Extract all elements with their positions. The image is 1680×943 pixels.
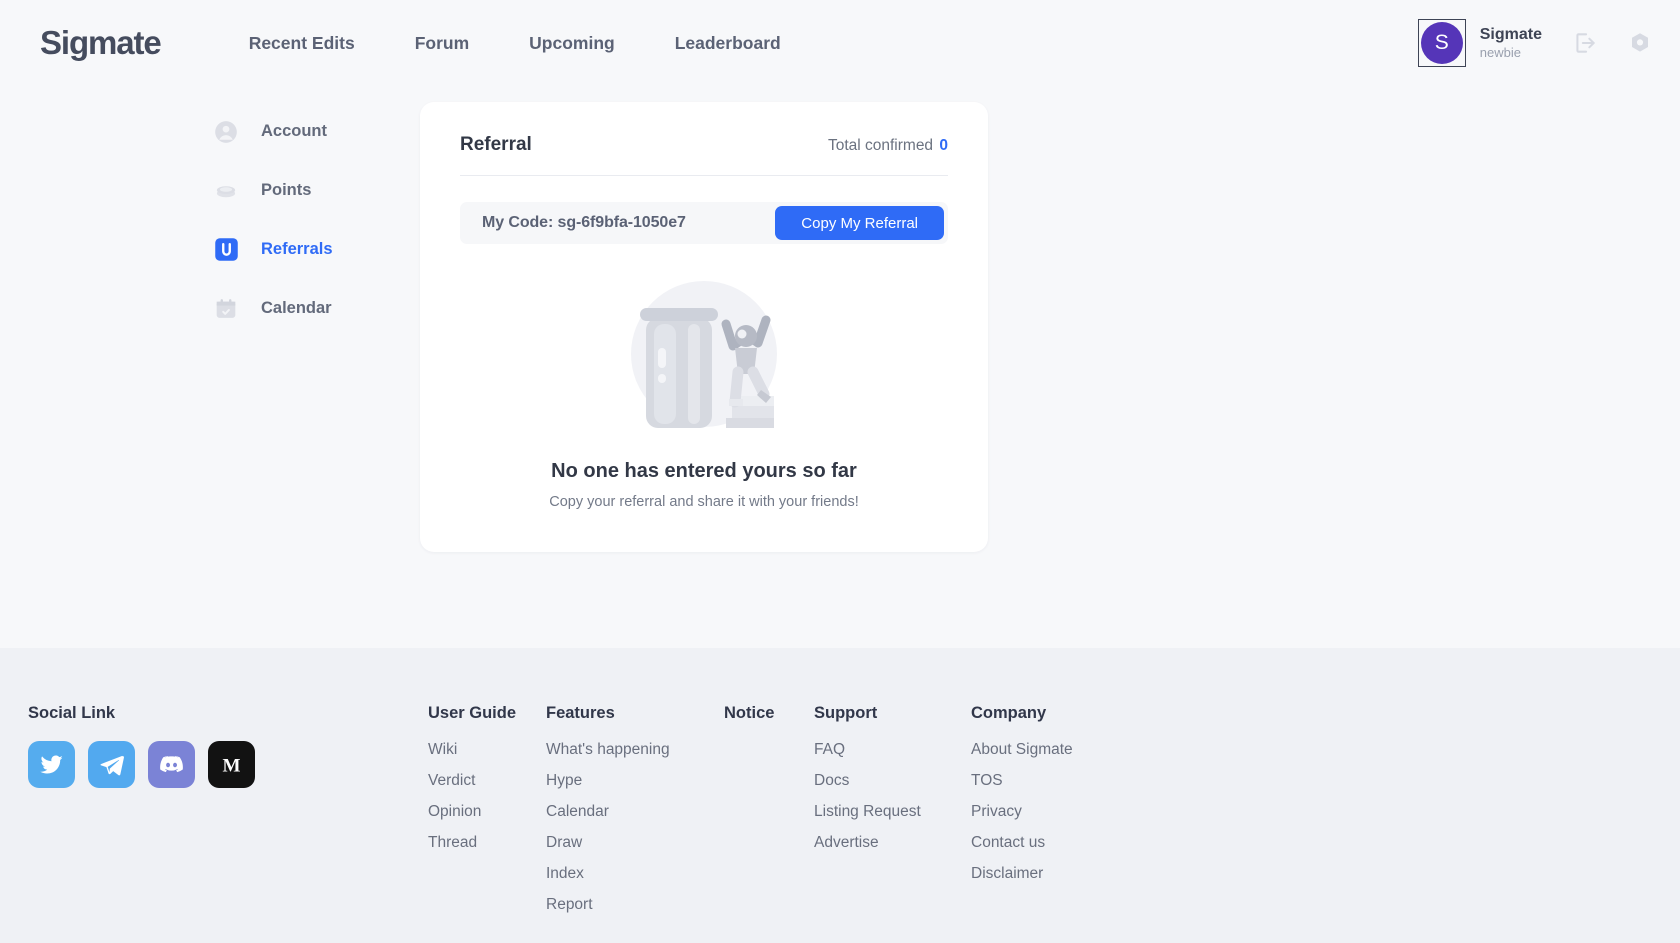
copy-referral-button[interactable]: Copy My Referral — [775, 206, 944, 240]
footer-link[interactable]: Privacy — [971, 803, 1131, 821]
referral-card-header: Referral Total confirmed 0 — [460, 134, 948, 176]
sidebar-item-label: Points — [261, 181, 312, 199]
footer-column-heading: Support — [814, 704, 878, 722]
calendar-icon — [212, 295, 240, 323]
page-body: Account Points Referrals Calendar Referral … — [0, 86, 1680, 648]
social-link-section: Social Link M — [28, 704, 428, 943]
avatar-initial: S — [1420, 22, 1463, 64]
telegram-icon[interactable] — [88, 741, 135, 788]
discord-icon[interactable] — [148, 741, 195, 788]
sidebar-item-label: Account — [261, 122, 327, 140]
sidebar-item-account[interactable]: Account — [212, 102, 420, 161]
footer-link[interactable]: Draw — [546, 834, 724, 852]
footer-link[interactable]: What's happening — [546, 741, 724, 759]
footer-link[interactable]: Verdict — [428, 772, 546, 790]
main-nav: Recent Edits Forum Upcoming Leaderboard — [219, 23, 811, 64]
twitter-icon[interactable] — [28, 741, 75, 788]
footer-link[interactable]: Listing Request — [814, 803, 971, 821]
footer-link[interactable]: Thread — [428, 834, 546, 852]
nav-upcoming[interactable]: Upcoming — [499, 23, 645, 64]
total-confirmed: Total confirmed 0 — [828, 137, 948, 155]
total-confirmed-value: 0 — [939, 137, 948, 154]
footer-link[interactable]: Advertise — [814, 834, 971, 852]
page-title: Referral — [460, 134, 532, 155]
link-clip-icon — [212, 236, 240, 264]
footer-link[interactable]: About Sigmate — [971, 741, 1131, 759]
footer-column-heading: Notice — [724, 704, 775, 722]
footer-link[interactable]: Wiki — [428, 741, 546, 759]
referral-code-text: My Code: sg-6f9bfa-1050e7 — [482, 214, 686, 231]
avatar[interactable]: S — [1417, 19, 1466, 67]
social-link-heading: Social Link — [28, 704, 116, 722]
coins-icon — [212, 177, 240, 205]
nav-forum[interactable]: Forum — [385, 23, 499, 64]
referral-card: Referral Total confirmed 0 My Code: sg-6… — [420, 102, 988, 552]
nav-leaderboard[interactable]: Leaderboard — [645, 23, 811, 64]
user-meta[interactable]: Sigmate newbie — [1480, 25, 1542, 61]
footer-column-notice: Notice — [724, 704, 814, 943]
user-name: Sigmate — [1479, 25, 1542, 43]
footer-column-features: Features What's happening Hype Calendar Draw… — [546, 704, 724, 943]
footer-link-list: FAQ Docs Listing Request Advertise — [814, 741, 971, 852]
footer-link[interactable]: Docs — [814, 772, 971, 790]
footer-link[interactable]: TOS — [971, 772, 1131, 790]
footer-columns: User Guide Wiki Verdict Opinion Thread Featur… — [428, 704, 1131, 943]
sidebar-item-label: Referrals — [261, 240, 333, 258]
site-logo[interactable]: Sigmate — [40, 24, 162, 62]
logout-icon[interactable] — [1572, 30, 1598, 56]
nav-recent-edits[interactable]: Recent Edits — [219, 23, 385, 64]
footer-link[interactable]: Contact us — [971, 834, 1131, 852]
empty-state-title: No one has entered yours so far — [551, 460, 857, 482]
total-confirmed-label: Total confirmed — [827, 137, 934, 154]
footer-link-list: Wiki Verdict Opinion Thread — [428, 741, 546, 852]
settings-hexagon-icon[interactable] — [1628, 31, 1652, 55]
social-icons-row: M — [28, 741, 428, 788]
svg-text:M: M — [222, 755, 240, 776]
footer-column-heading: Company — [971, 704, 1047, 722]
footer-column-heading: Features — [546, 704, 615, 722]
footer-link[interactable]: Hype — [546, 772, 724, 790]
footer-link[interactable]: Calendar — [546, 803, 724, 821]
footer-link[interactable]: FAQ — [814, 741, 971, 759]
footer-link[interactable]: Index — [546, 865, 724, 883]
footer-link[interactable]: Disclaimer — [971, 865, 1131, 883]
site-footer: Social Link M User Guide Wiki Verdict Opini… — [0, 648, 1680, 943]
footer-link[interactable]: Opinion — [428, 803, 546, 821]
empty-state: No one has entered yours so far Copy you… — [460, 266, 948, 510]
empty-state-subtitle: Copy your referral and share it with you… — [549, 494, 859, 510]
referral-code-row: My Code: sg-6f9bfa-1050e7 Copy My Referr… — [460, 202, 948, 244]
user-circle-icon — [212, 118, 240, 146]
sidebar-item-calendar[interactable]: Calendar — [212, 279, 420, 338]
footer-link-list: About Sigmate TOS Privacy Contact us Disclai… — [971, 741, 1131, 883]
top-header: Sigmate Recent Edits Forum Upcoming Leaderb… — [0, 0, 1680, 86]
medium-icon[interactable]: M — [208, 741, 255, 788]
sidebar-item-label: Calendar — [261, 299, 332, 317]
footer-column-company: Company About Sigmate TOS Privacy Contact us… — [971, 704, 1131, 943]
sidebar-item-referrals[interactable]: Referrals — [212, 220, 420, 279]
sidebar-item-points[interactable]: Points — [212, 161, 420, 220]
footer-column-heading: User Guide — [428, 704, 517, 722]
user-rank: newbie — [1479, 44, 1521, 60]
main-content: Referral Total confirmed 0 My Code: sg-6… — [420, 86, 988, 552]
footer-column-user-guide: User Guide Wiki Verdict Opinion Thread — [428, 704, 546, 943]
jar-and-person-celebrating-illustration — [631, 281, 777, 428]
settings-sidebar: Account Points Referrals Calendar — [0, 86, 420, 338]
footer-link[interactable]: Report — [546, 896, 724, 914]
header-user-area: S Sigmate newbie — [1417, 19, 1652, 67]
footer-link-list: What's happening Hype Calendar Draw Index Rep… — [546, 741, 724, 914]
footer-column-support: Support FAQ Docs Listing Request Advertise — [814, 704, 971, 943]
